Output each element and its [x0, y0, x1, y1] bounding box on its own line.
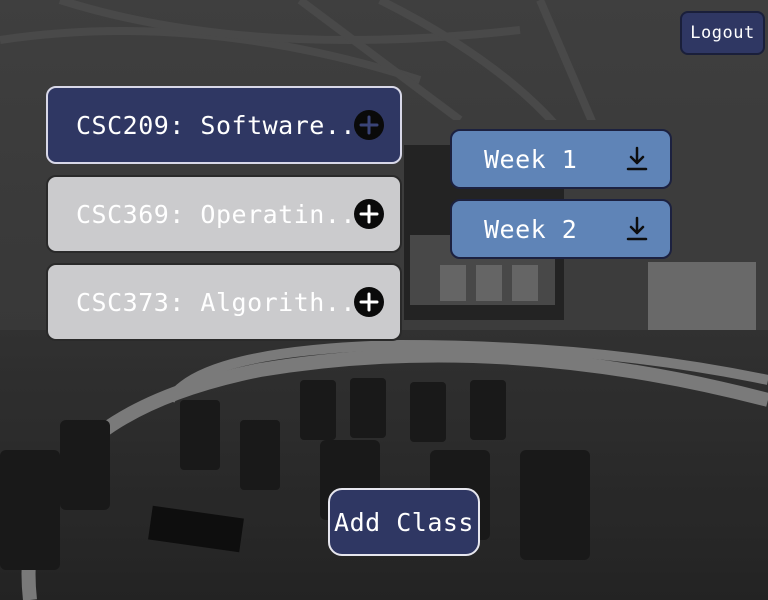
week-item-label: Week 2: [484, 214, 578, 244]
logout-button[interactable]: Logout: [680, 11, 765, 55]
class-item-label: CSC369: Operatin...: [76, 199, 372, 229]
download-icon[interactable]: [626, 216, 648, 242]
class-item-csc373[interactable]: CSC373: Algorith...: [46, 263, 402, 341]
class-item-label: CSC209: Software...: [76, 110, 372, 140]
class-item-csc209[interactable]: CSC209: Software...: [46, 86, 402, 164]
download-icon[interactable]: [626, 146, 648, 172]
class-item-label: CSC373: Algorith...: [76, 287, 372, 317]
plus-icon[interactable]: [354, 110, 384, 140]
logout-label: Logout: [690, 23, 755, 43]
week-item-label: Week 1: [484, 144, 578, 174]
week-item-1[interactable]: Week 1: [450, 129, 672, 189]
plus-icon[interactable]: [354, 287, 384, 317]
week-item-2[interactable]: Week 2: [450, 199, 672, 259]
add-class-button[interactable]: Add Class: [328, 488, 480, 556]
class-item-csc369[interactable]: CSC369: Operatin...: [46, 175, 402, 253]
plus-icon[interactable]: [354, 199, 384, 229]
add-class-label: Add Class: [334, 507, 474, 537]
